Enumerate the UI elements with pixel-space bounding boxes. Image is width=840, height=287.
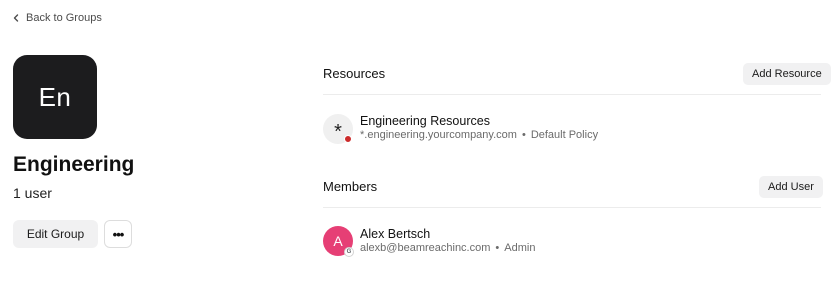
status-dot-icon: [344, 135, 352, 143]
member-email: alexb@beamreachinc.com: [360, 242, 491, 254]
member-details: alexb@beamreachinc.com • Admin: [360, 242, 535, 254]
resource-icon: *: [323, 114, 353, 144]
google-icon: G: [344, 247, 354, 257]
user-avatar: A G: [323, 226, 354, 257]
member-name[interactable]: Alex Bertsch: [360, 227, 430, 241]
chevron-left-icon: [13, 14, 19, 22]
member-count: 1 user: [13, 185, 52, 201]
member-role: Admin: [504, 242, 536, 254]
resource-policy: Default Policy: [530, 129, 599, 141]
resource-details: *.engineering.yourcompany.com • Default …: [360, 129, 598, 141]
edit-group-button[interactable]: Edit Group: [13, 220, 98, 248]
add-user-button[interactable]: Add User: [759, 176, 823, 198]
group-name: Engineering: [13, 153, 135, 176]
members-divider: [323, 207, 821, 208]
resource-address: *.engineering.yourcompany.com: [360, 129, 517, 141]
resources-divider: [323, 94, 821, 95]
separator-dot: •: [495, 242, 500, 254]
more-icon: •••: [112, 226, 125, 242]
asterisk-icon: *: [334, 120, 342, 143]
more-options-button[interactable]: •••: [104, 220, 132, 248]
add-resource-button[interactable]: Add Resource: [743, 63, 831, 85]
google-badge-letter: G: [346, 249, 352, 255]
back-link-label: Back to Groups: [26, 12, 102, 24]
resources-heading: Resources: [323, 66, 386, 81]
separator-dot: •: [521, 129, 526, 141]
resource-name[interactable]: Engineering Resources: [360, 114, 490, 128]
members-heading: Members: [323, 179, 378, 194]
back-to-groups-link[interactable]: Back to Groups: [12, 10, 102, 26]
group-avatar: En: [13, 55, 97, 139]
group-detail-page: Back to Groups En Engineering 1 user Edi…: [0, 0, 840, 287]
user-initial: A: [333, 233, 343, 249]
group-initials: En: [38, 81, 72, 112]
